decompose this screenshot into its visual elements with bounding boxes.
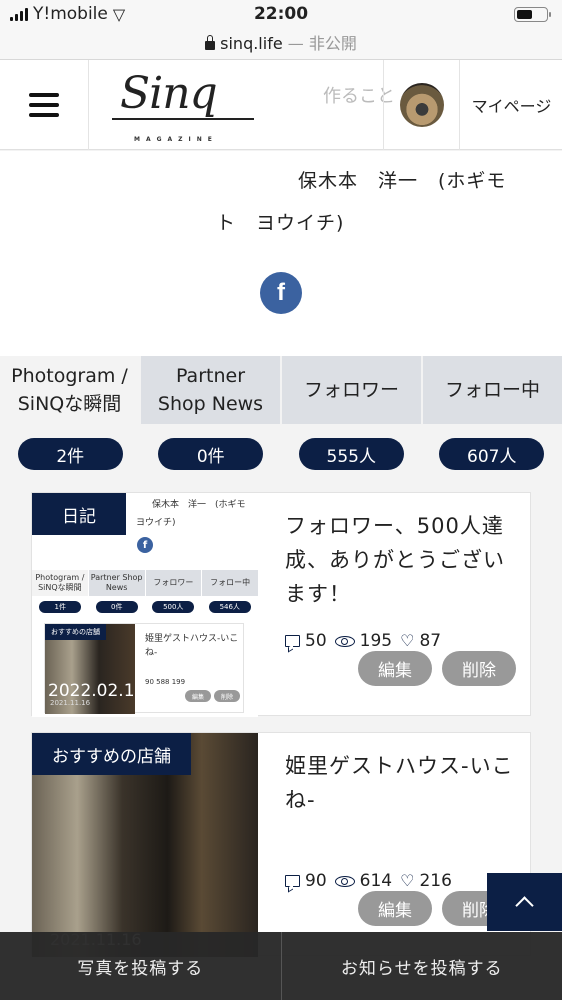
battery-icon [514,7,551,22]
preview-count: 1件 [39,601,82,613]
tab-partner-shop-news[interactable]: Partner Shop News [141,356,280,424]
chevron-up-icon [515,895,534,915]
edit-button[interactable]: 編集 [358,651,432,686]
avatar-button[interactable] [383,60,460,150]
comment-icon [285,875,300,887]
preview-count: 500人 [152,601,195,613]
address-bar[interactable]: sinq.life — 非公開 [0,30,562,54]
profile-name: 保木本 洋一 (ホギモ [298,170,507,192]
post-body: フォロワー、500人達成、ありがとうございます！ 50 195 ♡ 87 編集 削… [258,493,532,717]
logo-underline [112,118,254,120]
view-count: 195 [359,631,393,651]
preview-card-title: 姫里ゲストハウス-いこね- [145,634,239,658]
like-count: 216 [419,871,452,891]
back-to-top-button[interactable] [487,873,562,931]
preview-tab: フォロー中 [202,570,258,596]
avatar [399,83,444,127]
tab-label: SiNQな瞬間 [17,393,122,415]
edit-button[interactable]: 編集 [358,891,432,926]
url-text: sinq.life [220,34,283,53]
preview-delete-button: 削除 [214,690,240,702]
profile-name-reading: ト ヨウイチ) [216,212,345,234]
preview-facebook-icon: f [137,537,153,553]
heart-icon: ♡ [400,631,415,650]
profile-section: 保木本 洋一 (ホギモ ト ヨウイチ) f [0,151,562,356]
preview-overlay-date: 2022.02.1 [48,681,135,701]
post-thumbnail[interactable]: おすすめの店舗 2021.11.16 [32,733,258,957]
post-stats: 50 195 ♡ 87 [285,631,441,651]
status-bar: Y!mobile ▽ 22:00 sinq.life — 非公開 [0,0,562,60]
post-title[interactable]: 姫里ゲストハウス-いこね- [285,749,520,817]
site-header: Sinq MAGAZINE 作ること マイページ [0,60,562,150]
tab-label: Shop News [157,393,264,415]
tab-label: Partner [175,365,246,387]
menu-icon-bar [29,103,59,107]
bottom-action-bar: 写真を投稿する お知らせを投稿する [0,932,562,1000]
url-private-label: — 非公開 [287,34,357,53]
clock: 22:00 [253,4,309,24]
count-badge-partner-shop-news[interactable]: 0件 [158,438,264,470]
menu-icon-bar [29,113,59,117]
eye-icon [334,635,355,647]
lock-icon [205,35,216,50]
like-count: 87 [419,631,442,651]
hamburger-menu-button[interactable] [0,60,89,150]
preview-count: 0件 [95,601,138,613]
comment-count: 90 [305,871,327,891]
logo-text: Sinq [120,68,218,119]
tab-photogram[interactable]: Photogram / SiNQな瞬間 [0,356,139,424]
preview-tab: フォロワー [145,570,202,596]
comment-count: 50 [305,631,327,651]
profile-tabs: Photogram / SiNQな瞬間 Partner Shop News フォロワ… [0,356,562,424]
post-photo-button[interactable]: 写真を投稿する [0,932,281,1000]
menu-icon [29,93,59,97]
mypage-link[interactable]: マイページ [461,60,562,150]
view-count: 614 [359,871,393,891]
comment-icon [285,635,300,647]
count-badge-followers[interactable]: 555人 [298,438,404,470]
tab-label: フォロー中 [444,379,540,401]
preview-small-date: 2021.11.16 [50,699,91,707]
post-thumbnail[interactable]: 保木本 洋一 (ホギモ ヨウイチ) f Photogram / SiNQな瞬間 … [32,493,258,717]
post-stats: 90 614 ♡ 216 [285,871,452,891]
preview-tabs: Photogram / SiNQな瞬間 Partner Shop News フォ… [32,570,258,596]
post-news-button[interactable]: お知らせを投稿する [280,932,562,1000]
tab-followers[interactable]: フォロワー [282,356,421,424]
tab-counts: 2件 0件 555人 607人 [0,424,562,484]
category-badge: 日記 [32,493,126,535]
preview-count: 546人 [208,601,251,613]
tab-label: フォロワー [303,379,399,401]
preview-edit-button: 編集 [185,690,211,702]
tab-following[interactable]: フォロー中 [423,356,562,424]
post-title[interactable]: フォロワー、500人達成、ありがとうございます！ [285,509,520,611]
preview-name-reading: ヨウイチ) [136,518,176,528]
heart-icon: ♡ [400,871,415,890]
preview-counts: 1件 0件 500人 546人 [32,601,258,613]
delete-button[interactable]: 削除 [442,651,516,686]
preview-tab: Photogram / SiNQな瞬間 [32,570,88,596]
site-logo[interactable]: Sinq MAGAZINE [112,68,262,146]
tab-label: Photogram / [11,365,128,387]
post-card[interactable]: おすすめの店舗 2021.11.16 姫里ゲストハウス-いこね- 90 614 … [31,732,531,957]
logo-subtitle: MAGAZINE [134,136,218,143]
preview-name: 保木本 洋一 (ホギモ [152,500,246,510]
post-card[interactable]: 保木本 洋一 (ホギモ ヨウイチ) f Photogram / SiNQな瞬間 … [31,492,532,717]
preview-card-stats: 90 588 199 [145,678,186,686]
count-badge-following[interactable]: 607人 [439,438,545,470]
count-badge-photogram[interactable]: 2件 [17,438,123,470]
preview-card-category: おすすめの店舗 [45,624,106,640]
facebook-icon[interactable]: f [260,272,302,314]
preview-tab: Partner Shop News [88,570,145,596]
category-badge: おすすめの店舗 [32,733,191,775]
eye-icon [334,875,355,887]
